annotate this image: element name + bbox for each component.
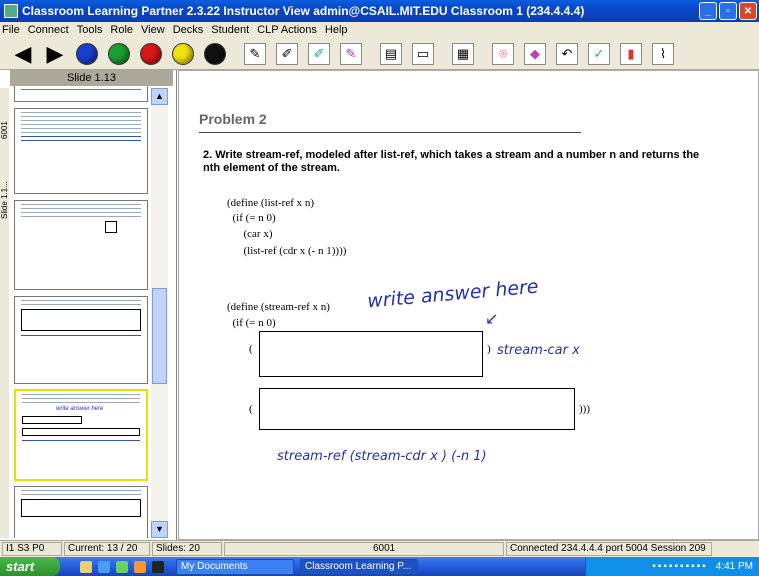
menu-student[interactable]: Student: [211, 24, 249, 36]
menu-clp-actions[interactable]: CLP Actions: [257, 24, 317, 36]
maximize-button[interactable]: ▫: [719, 2, 737, 20]
adobe-icon[interactable]: ⌾: [492, 42, 514, 65]
blue-pen-color-icon[interactable]: [76, 42, 98, 65]
window-title: Classroom Learning Partner 2.3.22 Instru…: [22, 4, 585, 18]
lasso-icon[interactable]: ↶: [556, 42, 578, 65]
scroll-up-icon[interactable]: ▲: [151, 88, 168, 105]
desktop-icon[interactable]: [80, 560, 92, 573]
status-connection: Connected 234.4.4.4 port 5004 Session 20…: [506, 542, 712, 556]
task-clp-label: Classroom Learning P...: [305, 560, 411, 572]
bar-chart-icon[interactable]: ▮: [620, 42, 642, 65]
answer-box-2[interactable]: [259, 388, 575, 430]
graph-icon[interactable]: ⌇: [652, 42, 674, 65]
scroll-thumb[interactable]: [152, 288, 167, 384]
close-button[interactable]: ✕: [739, 2, 757, 20]
code-stream-ref-line1: (define (stream-ref x n): [227, 301, 330, 313]
paren-open-1: (: [249, 343, 253, 355]
menu-bar: File Connect Tools Role View Decks Stude…: [0, 22, 759, 38]
status-current: Current: 13 / 20: [64, 542, 150, 556]
ink-arrow-icon: ↙: [485, 309, 499, 328]
menu-role[interactable]: Role: [110, 24, 133, 36]
task-my-documents-label: My Documents: [181, 560, 248, 572]
yellow-pen-color-icon[interactable]: [172, 42, 194, 65]
slide-thumbnails: write answer here: [14, 86, 148, 538]
firefox-icon[interactable]: [134, 560, 146, 573]
next-slide-icon[interactable]: ▶: [40, 40, 70, 68]
clock: 4:41 PM: [715, 561, 753, 572]
task-classroom-learning-partner[interactable]: Classroom Learning P...: [300, 558, 418, 575]
highlighter-icon[interactable]: ✎: [340, 42, 362, 65]
paren-close-1: ): [487, 343, 491, 355]
slide-thumb-12[interactable]: [14, 86, 148, 102]
slide-header: Slide 1.13: [10, 70, 173, 86]
tray-icons[interactable]: ▪▪▪▪▪▪▪▪▪▪: [652, 561, 707, 572]
sidebar-scrollbar[interactable]: ▲ ▼: [151, 88, 168, 538]
ie-icon[interactable]: [98, 560, 110, 573]
slide-thumb-17[interactable]: [14, 486, 148, 538]
tab-6001[interactable]: 6001: [0, 110, 9, 150]
code-list-ref-line3: (car x): [227, 228, 273, 240]
slide-thumb-16-selected[interactable]: write answer here: [14, 389, 148, 481]
menu-file[interactable]: File: [2, 24, 20, 36]
sidebar-tabs: 6001 Slide 1.1...: [0, 88, 9, 538]
menu-help[interactable]: Help: [325, 24, 348, 36]
previous-slide-icon[interactable]: ◀: [8, 40, 38, 68]
messenger-icon[interactable]: [116, 560, 128, 573]
slide-sidebar: Slide 1.13 6001 Slide 1.1... write answe…: [0, 70, 177, 540]
green-pen-color-icon[interactable]: [108, 42, 130, 65]
minimize-button[interactable]: _: [699, 2, 717, 20]
paren-close-2: ))): [579, 403, 590, 415]
code-list-ref-line1: (define (list-ref x n): [227, 197, 315, 209]
pencil-icon[interactable]: ✎: [244, 42, 266, 65]
status-slides: Slides: 20: [152, 542, 222, 556]
scroll-down-icon[interactable]: ▼: [151, 521, 168, 538]
slide-icon[interactable]: ▤: [380, 42, 402, 65]
status-position: I1 S3 P0: [2, 542, 62, 556]
eraser-icon[interactable]: ◆: [524, 42, 546, 65]
paren-open-2: (: [249, 403, 253, 415]
title-divider: [199, 132, 581, 133]
code-list-ref-line4: (list-ref (cdr x (- n 1)))): [227, 245, 347, 257]
title-bar: Classroom Learning Partner 2.3.22 Instru…: [0, 0, 759, 22]
slide-thumb-15[interactable]: [14, 296, 148, 384]
app-icon: [4, 4, 18, 18]
filter-icon[interactable]: ▦: [452, 42, 474, 65]
code-list-ref-line2: (if (= n 0): [227, 212, 276, 224]
thin-pen-icon[interactable]: ✐: [276, 42, 298, 65]
answer-box-1[interactable]: [259, 331, 483, 377]
thumb-ink-text: write answer here: [56, 406, 104, 412]
green-pen-icon[interactable]: ✐: [308, 42, 330, 65]
taskbar: start My Documents Classroom Learning P.…: [0, 557, 759, 576]
terminal-icon[interactable]: [152, 560, 164, 573]
start-label: start: [6, 559, 35, 574]
red-pen-color-icon[interactable]: [140, 42, 162, 65]
submit-check-icon[interactable]: ✓: [588, 42, 610, 65]
ink-write-answer-here: write answer here: [366, 275, 540, 313]
slide-title: Problem 2: [199, 111, 267, 127]
screen-icon[interactable]: ▭: [412, 42, 434, 65]
status-bar: I1 S3 P0 Current: 13 / 20 Slides: 20 600…: [0, 540, 759, 557]
slide-thumb-14[interactable]: [14, 200, 148, 290]
question-text: 2. Write stream-ref, modeled after list-…: [203, 149, 700, 174]
menu-connect[interactable]: Connect: [28, 24, 69, 36]
menu-tools[interactable]: Tools: [77, 24, 103, 36]
code-stream-ref-line2: (if (= n 0): [227, 317, 276, 329]
black-pen-color-icon[interactable]: [204, 42, 226, 65]
status-deck: 6001: [224, 542, 504, 556]
ink-stream-car: stream-car x: [497, 343, 580, 358]
start-button[interactable]: start: [0, 557, 60, 576]
menu-view[interactable]: View: [141, 24, 165, 36]
slide-thumb-13[interactable]: [14, 108, 148, 194]
system-tray: ▪▪▪▪▪▪▪▪▪▪ 4:41 PM: [585, 557, 759, 576]
task-my-documents[interactable]: My Documents: [176, 558, 294, 575]
toolbar: ◀ ▶ ✎ ✐ ✐ ✎ ▤ ▭ ▦ ⌾ ◆ ↶ ✓ ▮ ⌇: [0, 38, 759, 70]
menu-decks[interactable]: Decks: [173, 24, 204, 36]
slide-canvas[interactable]: Problem 2 2. Write stream-ref, modeled a…: [178, 70, 759, 540]
ink-stream-ref-recursion: stream-ref (stream-cdr x ) (-n 1): [277, 449, 487, 464]
tab-slide-1-1[interactable]: Slide 1.1...: [0, 170, 9, 230]
